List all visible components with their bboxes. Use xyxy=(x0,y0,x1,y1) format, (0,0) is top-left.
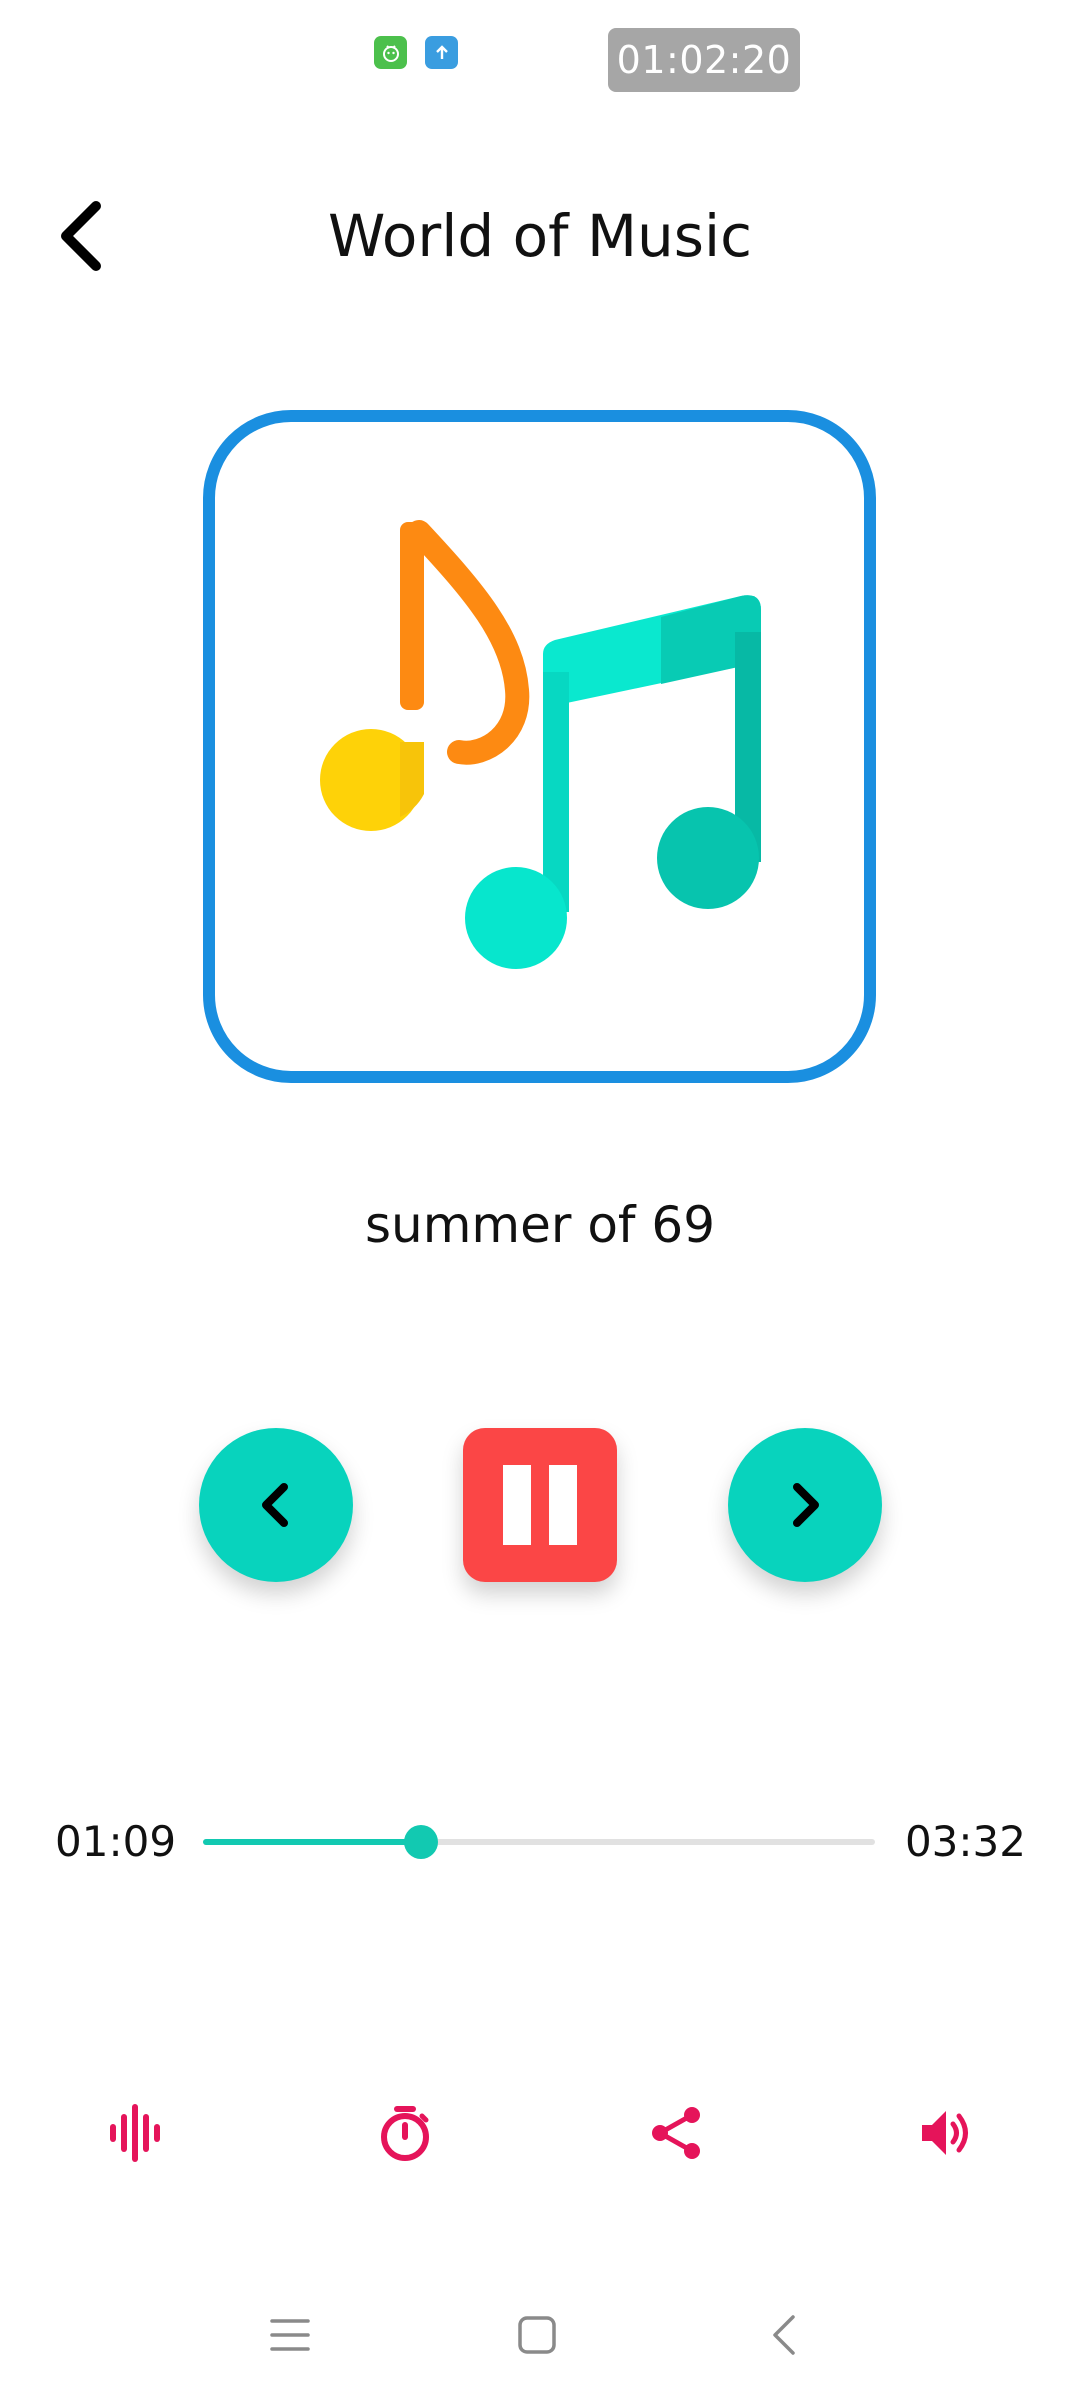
back-icon xyxy=(773,2315,795,2355)
previous-button[interactable] xyxy=(199,1428,353,1582)
sleep-timer-button[interactable] xyxy=(365,2093,445,2173)
album-art xyxy=(203,410,876,1083)
volume-icon xyxy=(922,2111,968,2155)
seek-bar[interactable] xyxy=(203,1825,875,1859)
share-button[interactable] xyxy=(636,2093,716,2173)
system-menu-button[interactable] xyxy=(250,2295,330,2375)
pause-button[interactable] xyxy=(463,1428,617,1582)
total-duration: 03:32 xyxy=(904,1817,1026,1866)
chevron-right-icon xyxy=(793,1483,819,1527)
timer-icon xyxy=(381,2106,429,2161)
menu-icon xyxy=(270,2319,310,2351)
volume-button[interactable] xyxy=(906,2093,986,2173)
music-notes-icon xyxy=(320,520,761,969)
equalizer-button[interactable] xyxy=(95,2093,175,2173)
chevron-left-icon xyxy=(262,1483,288,1527)
elapsed-time: 01:09 xyxy=(55,1817,177,1866)
system-back-button[interactable] xyxy=(745,2295,825,2375)
music-player-screen: 01:02:20 World of Music summer of 69 01:… xyxy=(0,0,1080,2400)
status-clock: 01:02:20 xyxy=(608,28,800,92)
home-icon xyxy=(518,2316,556,2354)
seek-bar-thumb[interactable] xyxy=(404,1825,439,1859)
upload-app-icon xyxy=(425,36,458,69)
equalizer-icon xyxy=(110,2104,160,2162)
seek-bar-progress xyxy=(203,1839,422,1845)
page-title: World of Music xyxy=(327,202,752,270)
android-app-icon xyxy=(374,36,407,69)
song-title: summer of 69 xyxy=(364,1196,716,1254)
system-home-button[interactable] xyxy=(497,2295,577,2375)
status-bar-app-icons xyxy=(374,36,458,69)
pause-icon xyxy=(494,1465,586,1545)
next-button[interactable] xyxy=(728,1428,882,1582)
share-icon xyxy=(652,2107,700,2159)
